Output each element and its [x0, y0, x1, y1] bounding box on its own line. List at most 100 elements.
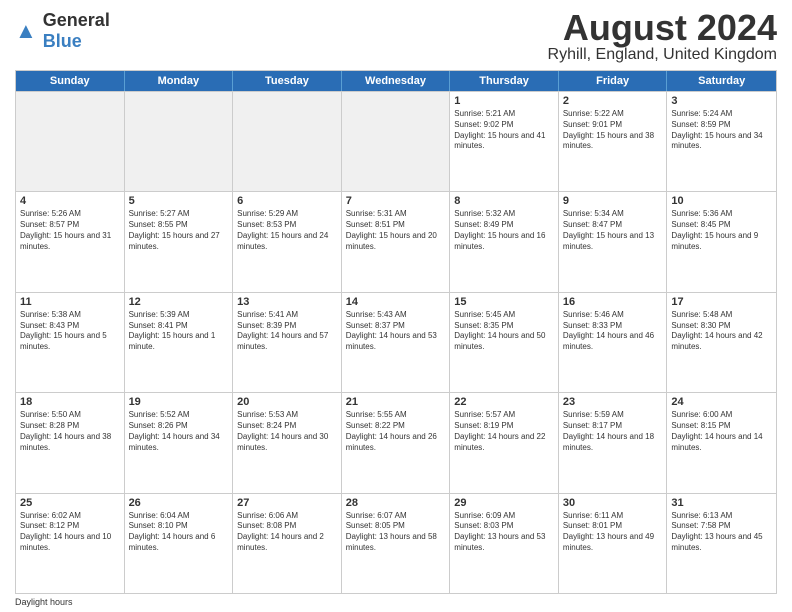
day-number: 21	[346, 396, 446, 408]
day-info: Sunrise: 5:57 AM Sunset: 8:19 PM Dayligh…	[454, 410, 554, 453]
week-5: 25Sunrise: 6:02 AM Sunset: 8:12 PM Dayli…	[16, 493, 776, 593]
week-1: 1Sunrise: 5:21 AM Sunset: 9:02 PM Daylig…	[16, 91, 776, 191]
week-2: 4 Sunrise: 5:26 AM Sunset: 8:57 PM Daylig…	[16, 191, 776, 291]
day-info: Sunrise: 5:55 AM Sunset: 8:22 PM Dayligh…	[346, 410, 446, 453]
day-info: Sunrise: 6:06 AM Sunset: 8:08 PM Dayligh…	[237, 511, 337, 554]
day-number: 26	[129, 497, 229, 509]
day-info: Sunrise: 5:52 AM Sunset: 8:26 PM Dayligh…	[129, 410, 229, 453]
cal-cell-empty-1	[125, 92, 234, 191]
day-number: 27	[237, 497, 337, 509]
week-4: 18 Sunrise: 5:50 AM Sunset: 8:28 PM Dayli…	[16, 392, 776, 492]
cal-cell-8: 8Sunrise: 5:32 AM Sunset: 8:49 PM Daylig…	[450, 192, 559, 291]
day-number: 16	[563, 296, 663, 308]
cal-cell-10: 10 Sunrise: 5:36 AM Sunset: 8:45 PM Dayli…	[667, 192, 776, 291]
cal-cell-20: 20 Sunrise: 5:53 AM Sunset: 8:24 PM Dayli…	[233, 393, 342, 492]
day-number: 25	[20, 497, 120, 509]
day-number: 4	[20, 195, 120, 207]
day-info: Sunrise: 5:38 AM Sunset: 8:43 PM Dayligh…	[20, 310, 120, 353]
cal-cell-9: 9 Sunrise: 5:34 AM Sunset: 8:47 PM Daylig…	[559, 192, 668, 291]
day-number: 6	[237, 195, 337, 207]
day-number: 19	[129, 396, 229, 408]
cal-cell-29: 29 Sunrise: 6:09 AM Sunset: 8:03 PM Dayli…	[450, 494, 559, 593]
cal-cell-empty-2	[233, 92, 342, 191]
day-number: 23	[563, 396, 663, 408]
day-info: Sunrise: 6:09 AM Sunset: 8:03 PM Dayligh…	[454, 511, 554, 554]
day-number: 18	[20, 396, 120, 408]
day-number: 3	[671, 95, 772, 107]
day-info: Sunrise: 5:39 AM Sunset: 8:41 PM Dayligh…	[129, 310, 229, 353]
cal-cell-26: 26 Sunrise: 6:04 AM Sunset: 8:10 PM Dayli…	[125, 494, 234, 593]
day-info: Sunrise: 5:22 AM Sunset: 9:01 PM Dayligh…	[563, 109, 663, 152]
day-header-wednesday: Wednesday	[342, 71, 451, 91]
day-number: 11	[20, 296, 120, 308]
day-number: 31	[671, 497, 772, 509]
cal-cell-30: 30 Sunrise: 6:11 AM Sunset: 8:01 PM Dayli…	[559, 494, 668, 593]
day-number: 10	[671, 195, 772, 207]
week-3: 11 Sunrise: 5:38 AM Sunset: 8:43 PM Dayli…	[16, 292, 776, 392]
cal-cell-25: 25Sunrise: 6:02 AM Sunset: 8:12 PM Dayli…	[16, 494, 125, 593]
day-number: 2	[563, 95, 663, 107]
cal-cell-14: 14 Sunrise: 5:43 AM Sunset: 8:37 PM Dayli…	[342, 293, 451, 392]
cal-cell-27: 27 Sunrise: 6:06 AM Sunset: 8:08 PM Dayli…	[233, 494, 342, 593]
day-header-thursday: Thursday	[450, 71, 559, 91]
day-info: Sunrise: 5:50 AM Sunset: 8:28 PM Dayligh…	[20, 410, 120, 453]
cal-cell-24: 24 Sunrise: 6:00 AM Sunset: 8:15 PM Dayli…	[667, 393, 776, 492]
day-header-friday: Friday	[559, 71, 668, 91]
cal-cell-1: 1Sunrise: 5:21 AM Sunset: 9:02 PM Daylig…	[450, 92, 559, 191]
cal-cell-28: 28 Sunrise: 6:07 AM Sunset: 8:05 PM Dayli…	[342, 494, 451, 593]
calendar-body: 1Sunrise: 5:21 AM Sunset: 9:02 PM Daylig…	[16, 91, 776, 593]
day-info: Sunrise: 5:43 AM Sunset: 8:37 PM Dayligh…	[346, 310, 446, 353]
cal-cell-12: 12Sunrise: 5:39 AM Sunset: 8:41 PM Dayli…	[125, 293, 234, 392]
cal-cell-31: 31 Sunrise: 6:13 AM Sunset: 7:58 PM Dayli…	[667, 494, 776, 593]
day-info: Sunrise: 6:04 AM Sunset: 8:10 PM Dayligh…	[129, 511, 229, 554]
cal-cell-7: 7 Sunrise: 5:31 AM Sunset: 8:51 PM Daylig…	[342, 192, 451, 291]
cal-cell-empty-3	[342, 92, 451, 191]
day-info: Sunrise: 5:29 AM Sunset: 8:53 PM Dayligh…	[237, 209, 337, 252]
day-number: 28	[346, 497, 446, 509]
day-number: 14	[346, 296, 446, 308]
day-info: Sunrise: 5:31 AM Sunset: 8:51 PM Dayligh…	[346, 209, 446, 252]
calendar-title: August 2024	[548, 10, 777, 46]
day-info: Sunrise: 5:41 AM Sunset: 8:39 PM Dayligh…	[237, 310, 337, 353]
day-number: 20	[237, 396, 337, 408]
logo: ▲ General Blue	[15, 10, 110, 52]
day-number: 30	[563, 497, 663, 509]
cal-cell-6: 6 Sunrise: 5:29 AM Sunset: 8:53 PM Daylig…	[233, 192, 342, 291]
day-number: 7	[346, 195, 446, 207]
day-header-saturday: Saturday	[667, 71, 776, 91]
day-info: Sunrise: 5:34 AM Sunset: 8:47 PM Dayligh…	[563, 209, 663, 252]
day-header-sunday: Sunday	[16, 71, 125, 91]
day-info: Sunrise: 5:27 AM Sunset: 8:55 PM Dayligh…	[129, 209, 229, 252]
day-number: 17	[671, 296, 772, 308]
logo-general-text: General	[43, 10, 110, 30]
cal-cell-17: 17Sunrise: 5:48 AM Sunset: 8:30 PM Dayli…	[667, 293, 776, 392]
day-number: 9	[563, 195, 663, 207]
day-number: 13	[237, 296, 337, 308]
cal-cell-16: 16Sunrise: 5:46 AM Sunset: 8:33 PM Dayli…	[559, 293, 668, 392]
day-header-tuesday: Tuesday	[233, 71, 342, 91]
calendar-header: SundayMondayTuesdayWednesdayThursdayFrid…	[16, 71, 776, 91]
day-header-monday: Monday	[125, 71, 234, 91]
logo-blue-text: Blue	[43, 31, 82, 51]
day-info: Sunrise: 6:00 AM Sunset: 8:15 PM Dayligh…	[671, 410, 772, 453]
day-number: 5	[129, 195, 229, 207]
day-info: Sunrise: 6:13 AM Sunset: 7:58 PM Dayligh…	[671, 511, 772, 554]
day-info: Sunrise: 5:21 AM Sunset: 9:02 PM Dayligh…	[454, 109, 554, 152]
day-info: Sunrise: 5:53 AM Sunset: 8:24 PM Dayligh…	[237, 410, 337, 453]
cal-cell-2: 2 Sunrise: 5:22 AM Sunset: 9:01 PM Daylig…	[559, 92, 668, 191]
day-info: Sunrise: 5:36 AM Sunset: 8:45 PM Dayligh…	[671, 209, 772, 252]
day-info: Sunrise: 5:26 AM Sunset: 8:57 PM Dayligh…	[20, 209, 120, 252]
day-number: 29	[454, 497, 554, 509]
calendar: SundayMondayTuesdayWednesdayThursdayFrid…	[15, 70, 777, 594]
cal-cell-13: 13 Sunrise: 5:41 AM Sunset: 8:39 PM Dayli…	[233, 293, 342, 392]
day-info: Sunrise: 6:11 AM Sunset: 8:01 PM Dayligh…	[563, 511, 663, 554]
day-info: Sunrise: 6:07 AM Sunset: 8:05 PM Dayligh…	[346, 511, 446, 554]
cal-cell-empty-0	[16, 92, 125, 191]
cal-cell-19: 19 Sunrise: 5:52 AM Sunset: 8:26 PM Dayli…	[125, 393, 234, 492]
day-info: Sunrise: 5:59 AM Sunset: 8:17 PM Dayligh…	[563, 410, 663, 453]
day-number: 8	[454, 195, 554, 207]
day-number: 24	[671, 396, 772, 408]
logo-bird-icon: ▲	[15, 18, 37, 44]
header: ▲ General Blue August 2024 Ryhill, Engla…	[15, 10, 777, 64]
title-block: August 2024 Ryhill, England, United King…	[548, 10, 777, 64]
